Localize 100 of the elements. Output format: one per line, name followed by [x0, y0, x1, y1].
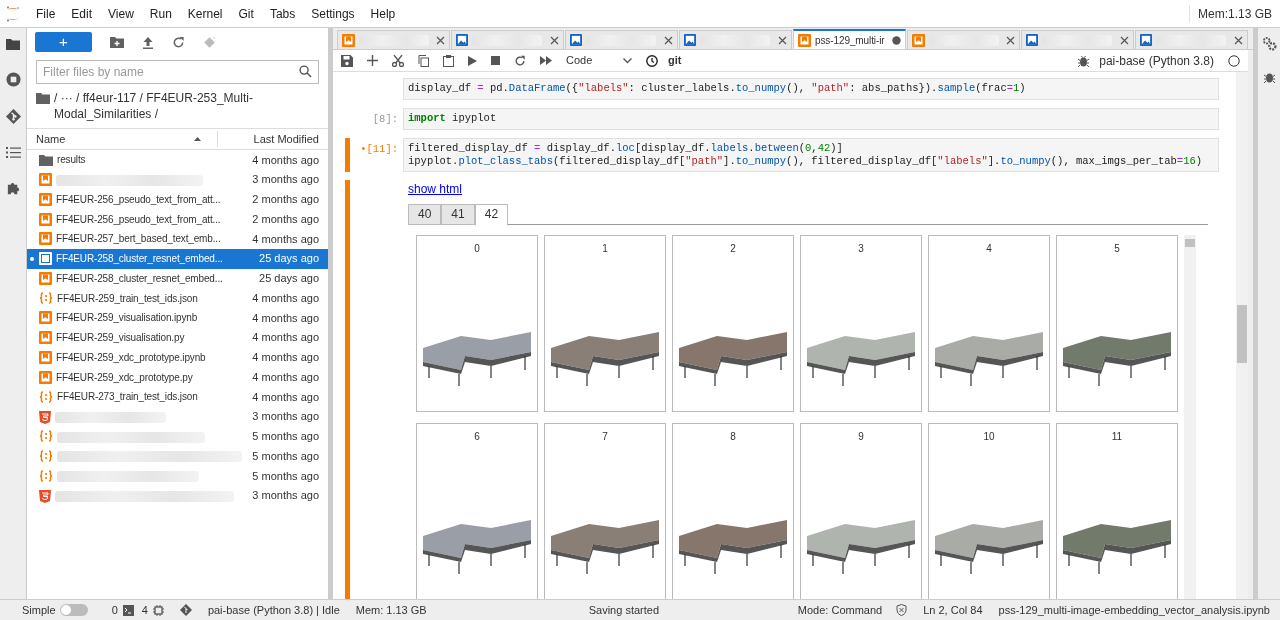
editor-tab[interactable]: pss-129_multi-ir: [793, 29, 906, 49]
close-icon[interactable]: [778, 35, 787, 45]
file-name: results: [57, 154, 86, 166]
cut-icon[interactable]: [392, 54, 404, 67]
upload-icon[interactable]: [142, 35, 154, 49]
editor-tab[interactable]: [679, 30, 792, 49]
menu-item[interactable]: File: [28, 4, 64, 23]
file-name: FF4EUR-273_train_test_ids.json: [57, 391, 198, 403]
editor-tab[interactable]: [1135, 30, 1248, 49]
menu-item[interactable]: Help: [362, 4, 404, 23]
unsaved-dot-icon[interactable]: [892, 35, 901, 45]
filter-field[interactable]: Filter files by name: [36, 60, 319, 84]
scrollbar[interactable]: [1184, 235, 1196, 599]
file-row[interactable]: FF4EUR-257_bert_based_text_emb... 4 months ago: [27, 229, 328, 249]
file-row[interactable]: FF4EUR-259_xdc_prototype.py 4 months ago: [27, 367, 328, 387]
editor-tab[interactable]: [451, 30, 564, 49]
menu-item[interactable]: Kernel: [179, 4, 231, 23]
file-name: FF4EUR-259_xdc_prototype.ipynb: [56, 351, 206, 363]
save-icon[interactable]: [341, 54, 353, 67]
file-row[interactable]: 3 months ago: [27, 485, 328, 506]
search-icon: [299, 65, 312, 78]
sort-caret-icon: [194, 137, 201, 141]
modified-time: 4 months ago: [251, 290, 319, 306]
code-cell-input[interactable]: filtered_display_df = display_df.loc[display_df.labels.between(0,42)] ipyplot.plot_class_tabs(filtered_display_df["path"].to_numpy(), filtered_display_df["labels"].to_numpy(), max_imgs_per_tab=16): [403, 138, 1219, 172]
git-button[interactable]: git: [668, 52, 682, 69]
file-row[interactable]: 5 months ago: [27, 446, 328, 466]
kernel-status[interactable]: pai-base (Python 3.8) | Idle: [207, 601, 340, 619]
menu-item[interactable]: Git: [230, 4, 262, 23]
file-row[interactable]: 5 months ago: [27, 466, 328, 486]
new-launcher-button[interactable]: +: [35, 32, 92, 52]
git-icon[interactable]: [179, 604, 192, 616]
menu-item[interactable]: Edit: [63, 4, 101, 23]
file-row[interactable]: FF4EUR-256_pseudo_text_from_att... 2 months ago: [27, 209, 328, 229]
notebook-icon: [39, 192, 52, 206]
file-row[interactable]: FF4EUR-258_cluster_resnet_embed... 25 days ago: [27, 268, 328, 289]
file-row[interactable]: FF4EUR-259_visualisation.py 4 months ago: [27, 327, 328, 348]
column-header[interactable]: Last Modified: [218, 130, 328, 148]
notebook-icon: [39, 252, 52, 266]
close-icon[interactable]: [664, 35, 673, 45]
list-icon[interactable]: [5, 146, 21, 159]
menu-item[interactable]: Run: [141, 4, 180, 23]
add-icon[interactable]: [367, 55, 378, 66]
file-row[interactable]: 5 months ago: [27, 426, 328, 447]
copy-icon[interactable]: [418, 54, 429, 67]
terminal-icon[interactable]: [122, 604, 134, 616]
output-tab[interactable]: 40: [408, 204, 442, 225]
file-row[interactable]: 3 months ago: [27, 169, 328, 190]
puzzle-icon[interactable]: [5, 181, 21, 196]
paste-icon[interactable]: [443, 54, 454, 67]
file-row[interactable]: FF4EUR-258_cluster_resnet_embed... 25 days ago: [27, 248, 328, 269]
kernel-count: 4: [141, 602, 148, 618]
cell-type-dropdown[interactable]: Code: [566, 52, 632, 69]
run-icon[interactable]: [468, 55, 477, 66]
code-cell-input[interactable]: display_df = pd.DataFrame({"labels": cluster_labels.to_numpy(), "path": abs_paths}).sample(frac=1): [403, 78, 1219, 100]
editor-tab[interactable]: [1021, 30, 1134, 49]
chip-icon[interactable]: [152, 604, 164, 616]
kernel-name[interactable]: pai-base (Python 3.8): [1099, 51, 1214, 70]
breadcrumb-path[interactable]: / ··· / ff4eur-117 / FF4EUR-253_Multi-Modal_Similarities /: [54, 90, 319, 122]
output-tab[interactable]: 42: [474, 204, 509, 226]
simple-mode-toggle[interactable]: [59, 604, 88, 616]
file-row[interactable]: FF4EUR-256_pseudo_text_from_att... 2 months ago: [27, 189, 328, 210]
close-icon[interactable]: [1234, 35, 1243, 45]
column-header[interactable]: Name: [36, 130, 194, 148]
show-html-link[interactable]: show html: [408, 182, 463, 196]
menu-item[interactable]: Tabs: [261, 4, 304, 23]
menu-item[interactable]: Settings: [303, 4, 363, 23]
close-icon[interactable]: [1120, 35, 1129, 45]
restart-icon[interactable]: [514, 54, 526, 67]
refresh-icon[interactable]: [172, 35, 185, 49]
menu-item[interactable]: View: [100, 4, 142, 23]
bug-icon[interactable]: [1263, 71, 1275, 83]
output-tab[interactable]: 41: [441, 204, 475, 225]
fast-forward-icon[interactable]: [540, 56, 552, 65]
modified-time: 4 months ago: [251, 310, 319, 326]
file-row[interactable]: FF4EUR-273_train_test_ids.json 4 months ago: [27, 387, 328, 407]
cursor-position[interactable]: Ln 2, Col 84: [923, 601, 983, 619]
file-row[interactable]: results 4 months ago: [27, 150, 328, 170]
git-icon[interactable]: [5, 109, 21, 124]
bug-icon[interactable]: [1078, 54, 1090, 67]
memory-indicator: Mem:1.13 GB: [1188, 4, 1272, 23]
file-row[interactable]: FF4EUR-259_train_test_ids.json 4 months ago: [27, 288, 328, 308]
modified-time: 4 months ago: [251, 152, 319, 168]
close-icon[interactable]: [550, 35, 559, 45]
stop-circle-icon[interactable]: [5, 72, 21, 87]
file-row[interactable]: FF4EUR-259_xdc_prototype.ipynb 4 months ago: [27, 347, 328, 368]
close-icon[interactable]: [1006, 35, 1015, 45]
file-row[interactable]: 3 months ago: [27, 406, 328, 427]
close-icon[interactable]: [436, 35, 445, 45]
new-folder-icon[interactable]: [110, 36, 124, 48]
shield-icon[interactable]: [896, 604, 908, 616]
html-file-icon: [39, 409, 51, 424]
file-row[interactable]: FF4EUR-259_visualisation.ipynb 4 months ago: [27, 308, 328, 328]
file-name: FF4EUR-256_pseudo_text_from_att...: [56, 193, 221, 205]
code-cell-input[interactable]: import ipyplot: [403, 108, 1219, 130]
notebook-icon: [39, 370, 52, 384]
scrollbar[interactable]: [1236, 72, 1248, 599]
clock-icon[interactable]: [646, 54, 658, 67]
notebook-mode[interactable]: Mode: Command: [797, 601, 883, 619]
gears-icon[interactable]: [1261, 36, 1277, 51]
editor-tab[interactable]: [565, 30, 678, 49]
